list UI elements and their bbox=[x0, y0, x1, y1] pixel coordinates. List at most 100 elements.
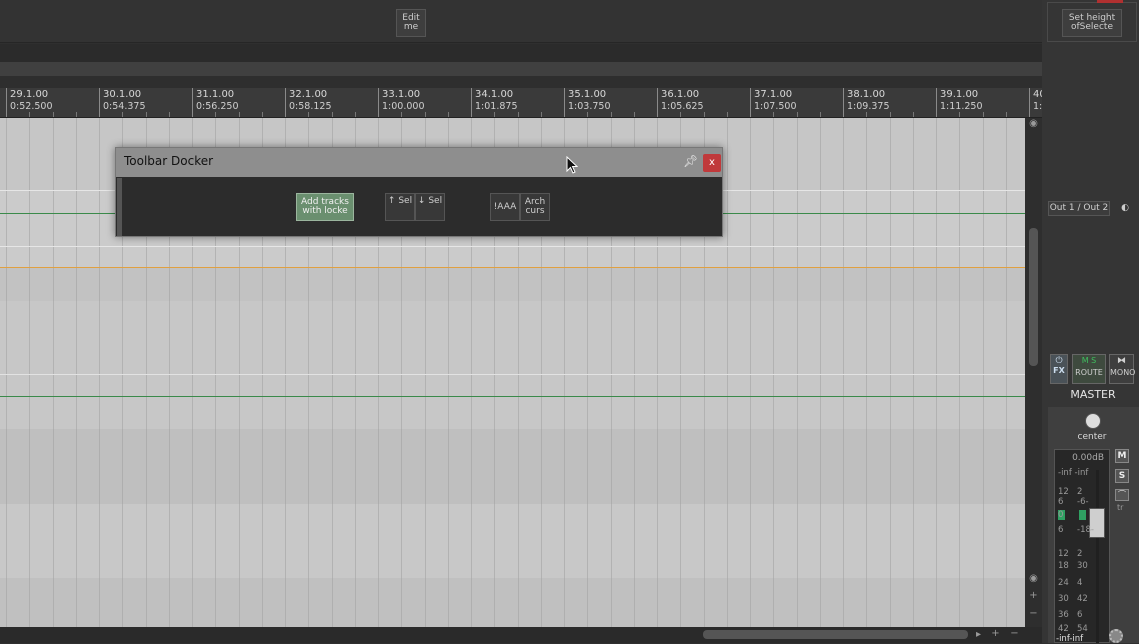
ruler-minor-tick bbox=[447, 112, 449, 117]
envelope-line[interactable] bbox=[0, 267, 1025, 268]
track-lane[interactable] bbox=[0, 429, 1025, 504]
envelope-line[interactable] bbox=[0, 374, 1025, 375]
route-icon: M S bbox=[1081, 356, 1097, 365]
ruler-minor-tick bbox=[238, 112, 240, 117]
hzoom-out-icon[interactable]: − bbox=[1006, 628, 1023, 639]
set-height-button[interactable]: Set height ofSelecte bbox=[1062, 9, 1122, 37]
meter-scale-label: 2 bbox=[1077, 487, 1083, 497]
ruler-minor-tick bbox=[122, 112, 124, 117]
grid-line bbox=[1006, 118, 1007, 627]
horizontal-scroll-thumb[interactable] bbox=[703, 630, 968, 639]
ruler-bar-label: 39.1.00 bbox=[940, 89, 979, 100]
trim-label: tr bbox=[1117, 503, 1124, 512]
envelope-line[interactable] bbox=[0, 396, 1025, 397]
timeline-ruler[interactable]: 29.1.00 0:52.500 30.1.00 0:54.375 31.1.00 0:5… bbox=[0, 88, 1100, 118]
fx-button[interactable]: ⏻ FX bbox=[1050, 354, 1068, 384]
envelope-line[interactable] bbox=[0, 246, 1025, 247]
ruler-bar-label: 36.1.00 bbox=[661, 89, 700, 100]
ruler-minor-tick bbox=[680, 112, 682, 117]
close-button[interactable]: x bbox=[703, 154, 721, 172]
grid-line bbox=[866, 118, 867, 627]
track-lane[interactable] bbox=[0, 578, 1025, 627]
zoom-in-icon[interactable]: + bbox=[1025, 590, 1042, 601]
ruler-bar-label: 38.1.00 bbox=[847, 89, 886, 100]
vertical-scrollbar[interactable]: ◉ ◉ + − bbox=[1025, 118, 1042, 627]
master-track-name: MASTER bbox=[1070, 388, 1116, 401]
mute-button[interactable]: M bbox=[1115, 449, 1129, 463]
ruler-time-label: 0:52.500 bbox=[10, 101, 53, 112]
grid-line bbox=[959, 118, 960, 627]
grid-line bbox=[913, 118, 914, 627]
volume-readout[interactable]: 0.00dB bbox=[1058, 453, 1104, 463]
ruler-bar-label: 30.1.00 bbox=[103, 89, 142, 100]
arch-button[interactable]: Arch curs bbox=[520, 193, 550, 221]
ruler-minor-tick bbox=[610, 112, 612, 117]
marker-lane bbox=[0, 76, 1042, 88]
ruler-minor-tick bbox=[982, 112, 984, 117]
ruler-time-label: 1:11.250 bbox=[940, 101, 983, 112]
zoom-out-icon[interactable]: − bbox=[1025, 608, 1042, 619]
ruler-time-label: 1:01.875 bbox=[475, 101, 518, 112]
master-output-button[interactable]: Out 1 / Out 2 bbox=[1048, 201, 1110, 216]
ruler-minor-tick bbox=[145, 112, 147, 117]
ruler-minor-tick bbox=[354, 112, 356, 117]
envelope-icon[interactable]: ⌒ bbox=[1115, 489, 1129, 501]
meter-scale-label: -18- bbox=[1077, 525, 1094, 535]
ruler-time-label: 0:54.375 bbox=[103, 101, 146, 112]
grid-line bbox=[983, 118, 984, 627]
mono-button[interactable]: ⧓ MONO bbox=[1109, 354, 1135, 384]
ruler-minor-tick bbox=[517, 112, 519, 117]
add-tracks-button[interactable]: Add tracks with locke bbox=[296, 193, 354, 221]
grid-line bbox=[727, 118, 728, 627]
route-button[interactable]: M S ROUTE bbox=[1072, 354, 1106, 384]
scroll-right-icon[interactable]: ▸ bbox=[970, 629, 987, 640]
arch-label: Arch curs bbox=[524, 197, 546, 216]
ruler-minor-tick bbox=[424, 112, 426, 117]
docker-grip[interactable] bbox=[117, 178, 122, 236]
fx-label: FX bbox=[1053, 366, 1065, 375]
toolbar-strip bbox=[0, 44, 1042, 62]
pin-icon[interactable]: 📌︎ bbox=[683, 154, 698, 170]
track-lane[interactable] bbox=[0, 268, 1025, 301]
meter-scale-label: 36 bbox=[1058, 610, 1069, 620]
ruler-minor-tick bbox=[75, 112, 77, 117]
half-circle-icon[interactable]: ◐ bbox=[1118, 203, 1132, 215]
ruler-time-label: 1:00.000 bbox=[382, 101, 425, 112]
meter-scale-label: 0 bbox=[1058, 510, 1064, 520]
select-down-button[interactable]: ↓ Sel bbox=[415, 193, 445, 221]
scroll-down-icon[interactable]: ◉ bbox=[1025, 573, 1042, 584]
ruler-minor-tick bbox=[959, 112, 961, 117]
solo-button[interactable]: S bbox=[1115, 469, 1129, 483]
select-up-button[interactable]: ↑ Sel bbox=[385, 193, 415, 221]
ruler-minor-tick bbox=[29, 112, 31, 117]
ruler-minor-tick bbox=[587, 112, 589, 117]
peak-readout: -inf -inf bbox=[1058, 468, 1089, 478]
meter-scale-label: 6 bbox=[1058, 525, 1064, 535]
hzoom-in-icon[interactable]: + bbox=[987, 628, 1004, 639]
ruler-minor-tick bbox=[52, 112, 54, 117]
fader-track bbox=[1096, 470, 1099, 643]
ruler-minor-tick bbox=[401, 112, 403, 117]
gear-icon[interactable] bbox=[1109, 629, 1123, 643]
ruler-bar-label: 31.1.00 bbox=[196, 89, 235, 100]
scroll-up-icon[interactable]: ◉ bbox=[1025, 118, 1042, 129]
pan-knob[interactable] bbox=[1085, 413, 1101, 429]
vertical-scroll-thumb[interactable] bbox=[1029, 228, 1038, 366]
meter-scale-label: -6- bbox=[1077, 497, 1089, 507]
window-close-edge[interactable] bbox=[1097, 0, 1123, 3]
set-height-label: Set height ofSelecte bbox=[1068, 13, 1116, 32]
meter-scale-label: 18 bbox=[1058, 561, 1069, 571]
track-lane[interactable] bbox=[0, 301, 1025, 429]
track-lane[interactable] bbox=[0, 504, 1025, 578]
ruler-minor-tick bbox=[889, 112, 891, 117]
grid-line bbox=[936, 118, 937, 627]
ruler-bar-label: 29.1.00 bbox=[10, 89, 49, 100]
ruler-minor-tick bbox=[866, 112, 868, 117]
select-up-label: ↑ Sel bbox=[387, 196, 413, 206]
ruler-minor-tick bbox=[168, 112, 170, 117]
aaa-label: !AAA bbox=[493, 202, 517, 212]
edit-me-button[interactable]: Edit me bbox=[396, 9, 426, 37]
aaa-button[interactable]: !AAA bbox=[490, 193, 520, 221]
ruler-minor-tick bbox=[540, 112, 542, 117]
meter-scale-label: 2 bbox=[1077, 549, 1083, 559]
